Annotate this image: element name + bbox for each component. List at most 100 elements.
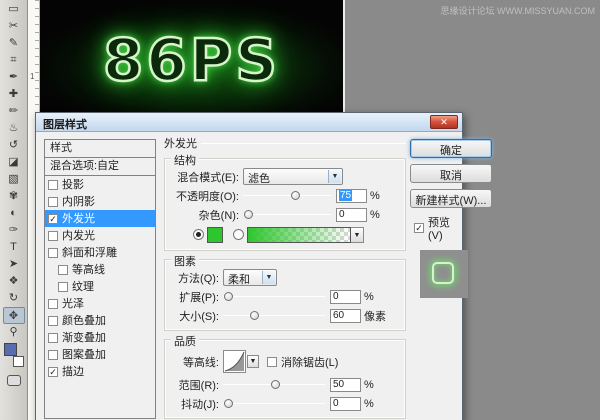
- checkbox[interactable]: [48, 299, 58, 309]
- sidebar-item-pattern-overlay[interactable]: 图案叠加: [45, 346, 155, 363]
- sidebar-item-outer-glow[interactable]: ✓ 外发光: [45, 210, 155, 227]
- color-swatches: [3, 343, 25, 367]
- opacity-input[interactable]: 75: [336, 189, 367, 203]
- dialog-titlebar[interactable]: 图层样式 ✕: [36, 113, 462, 132]
- cancel-button[interactable]: 取消: [410, 164, 492, 183]
- slider-thumb[interactable]: [224, 399, 233, 408]
- slider-track: [243, 214, 331, 215]
- contour-label: 等高线:: [171, 354, 219, 370]
- foreground-color-swatch[interactable]: [4, 343, 17, 356]
- slider-thumb[interactable]: [244, 210, 253, 219]
- slider-thumb[interactable]: [271, 380, 280, 389]
- sidebar-item-inner-shadow[interactable]: 内阴影: [45, 193, 155, 210]
- rotate-view-tool[interactable]: ↻: [3, 290, 25, 307]
- lasso-tool[interactable]: ✂: [3, 18, 25, 35]
- effect-label: 内阴影: [62, 194, 95, 210]
- checkbox[interactable]: [48, 316, 58, 326]
- path-selection-tool[interactable]: ➤: [3, 256, 25, 273]
- eraser-tool[interactable]: ◪: [3, 154, 25, 171]
- preview-checkbox[interactable]: ✓: [414, 223, 424, 233]
- gradient-radio[interactable]: [233, 229, 244, 240]
- checkbox[interactable]: ✓: [48, 214, 58, 224]
- noise-slider[interactable]: [243, 208, 331, 221]
- noise-label: 杂色(N):: [171, 207, 239, 223]
- opacity-slider[interactable]: [243, 189, 331, 202]
- checkbox[interactable]: [48, 180, 58, 190]
- dodge-tool[interactable]: ◐: [3, 205, 25, 222]
- sidebar-item-inner-glow[interactable]: 内发光: [45, 227, 155, 244]
- checkbox[interactable]: [48, 197, 58, 207]
- sidebar-item-color-overlay[interactable]: 颜色叠加: [45, 312, 155, 329]
- glow-gradient-bar[interactable]: [247, 227, 351, 243]
- brush-tool[interactable]: ✏: [3, 103, 25, 120]
- background-color-swatch[interactable]: [13, 356, 24, 367]
- gradient-tool[interactable]: ▧: [3, 171, 25, 188]
- pen-tool[interactable]: ✑: [3, 222, 25, 239]
- glow-color-swatch[interactable]: [207, 227, 223, 243]
- rectangular-marquee-tool[interactable]: ▭: [3, 1, 25, 18]
- solid-color-radio[interactable]: [193, 229, 204, 240]
- ok-button[interactable]: 确定: [410, 139, 492, 158]
- chevron-down-icon[interactable]: ▼: [247, 355, 259, 368]
- checkbox[interactable]: [48, 248, 58, 258]
- smudge-tool[interactable]: ✾: [3, 188, 25, 205]
- checkbox[interactable]: [48, 333, 58, 343]
- layer-style-dialog: 图层样式 ✕ 样式 混合选项:自定 投影 内阴影 ✓ 外发光 内发光: [35, 112, 463, 420]
- close-icon[interactable]: ✕: [430, 115, 458, 129]
- sidebar-item-texture[interactable]: 纹理: [45, 278, 155, 295]
- sidebar-item-blending-options[interactable]: 混合选项:自定: [45, 158, 155, 176]
- spread-slider[interactable]: [223, 290, 325, 303]
- zoom-tool[interactable]: ⚲: [3, 324, 25, 341]
- custom-shape-tool[interactable]: ❖: [3, 273, 25, 290]
- checkbox[interactable]: [58, 282, 68, 292]
- divider: [201, 143, 406, 144]
- sidebar-item-satin[interactable]: 光泽: [45, 295, 155, 312]
- sidebar-item-drop-shadow[interactable]: 投影: [45, 176, 155, 193]
- preview-glow-square: [432, 262, 454, 284]
- chevron-down-icon[interactable]: ▼: [262, 271, 275, 284]
- noise-input[interactable]: 0: [336, 208, 367, 222]
- checkbox[interactable]: [48, 231, 58, 241]
- range-slider[interactable]: [223, 378, 325, 391]
- slider-thumb[interactable]: [224, 292, 233, 301]
- chevron-down-icon[interactable]: ▼: [328, 170, 341, 183]
- clone-stamp-tool[interactable]: ♨: [3, 120, 25, 137]
- jitter-row: 抖动(J): 0 %: [171, 394, 399, 413]
- watermark-site: 思缘设计论坛: [440, 6, 494, 16]
- gradient-picker-arrow-icon[interactable]: ▼: [351, 227, 364, 243]
- contour-picker[interactable]: ▼: [223, 350, 259, 374]
- hand-tool[interactable]: ✥: [3, 307, 25, 324]
- sidebar-item-contour[interactable]: 等高线: [45, 261, 155, 278]
- slider-track: [223, 296, 325, 297]
- healing-brush-tool[interactable]: ✚: [3, 86, 25, 103]
- size-input[interactable]: 60: [330, 309, 361, 323]
- jitter-slider[interactable]: [223, 397, 325, 410]
- quick-mask-icon[interactable]: [7, 375, 21, 386]
- quick-selection-tool[interactable]: ✎: [3, 35, 25, 52]
- checkbox[interactable]: ✓: [48, 367, 58, 377]
- sidebar-item-bevel-emboss[interactable]: 斜面和浮雕: [45, 244, 155, 261]
- history-brush-tool[interactable]: ↺: [3, 137, 25, 154]
- spread-input[interactable]: 0: [330, 290, 361, 304]
- slider-thumb[interactable]: [250, 311, 259, 320]
- opacity-unit: %: [370, 190, 380, 202]
- type-tool[interactable]: T: [3, 239, 25, 256]
- technique-select[interactable]: 柔和 ▼: [223, 269, 277, 286]
- jitter-input[interactable]: 0: [330, 397, 361, 411]
- glow-color-row: ▼: [171, 224, 399, 245]
- checkbox[interactable]: [48, 350, 58, 360]
- new-style-button[interactable]: 新建样式(W)...: [410, 189, 492, 208]
- sidebar-item-styles[interactable]: 样式: [45, 140, 155, 158]
- antialias-checkbox[interactable]: [267, 357, 277, 367]
- sidebar-item-gradient-overlay[interactable]: 渐变叠加: [45, 329, 155, 346]
- checkbox[interactable]: [58, 265, 68, 275]
- effect-label: 光泽: [62, 296, 84, 312]
- slider-thumb[interactable]: [291, 191, 300, 200]
- blend-mode-select[interactable]: 滤色 ▼: [243, 168, 343, 185]
- eyedropper-tool[interactable]: ✒: [3, 69, 25, 86]
- contour-thumbnail[interactable]: [223, 350, 246, 373]
- range-input[interactable]: 50: [330, 378, 361, 392]
- sidebar-item-stroke[interactable]: ✓ 描边: [45, 363, 155, 380]
- size-slider[interactable]: [223, 309, 325, 322]
- crop-tool[interactable]: ⌗: [3, 52, 25, 69]
